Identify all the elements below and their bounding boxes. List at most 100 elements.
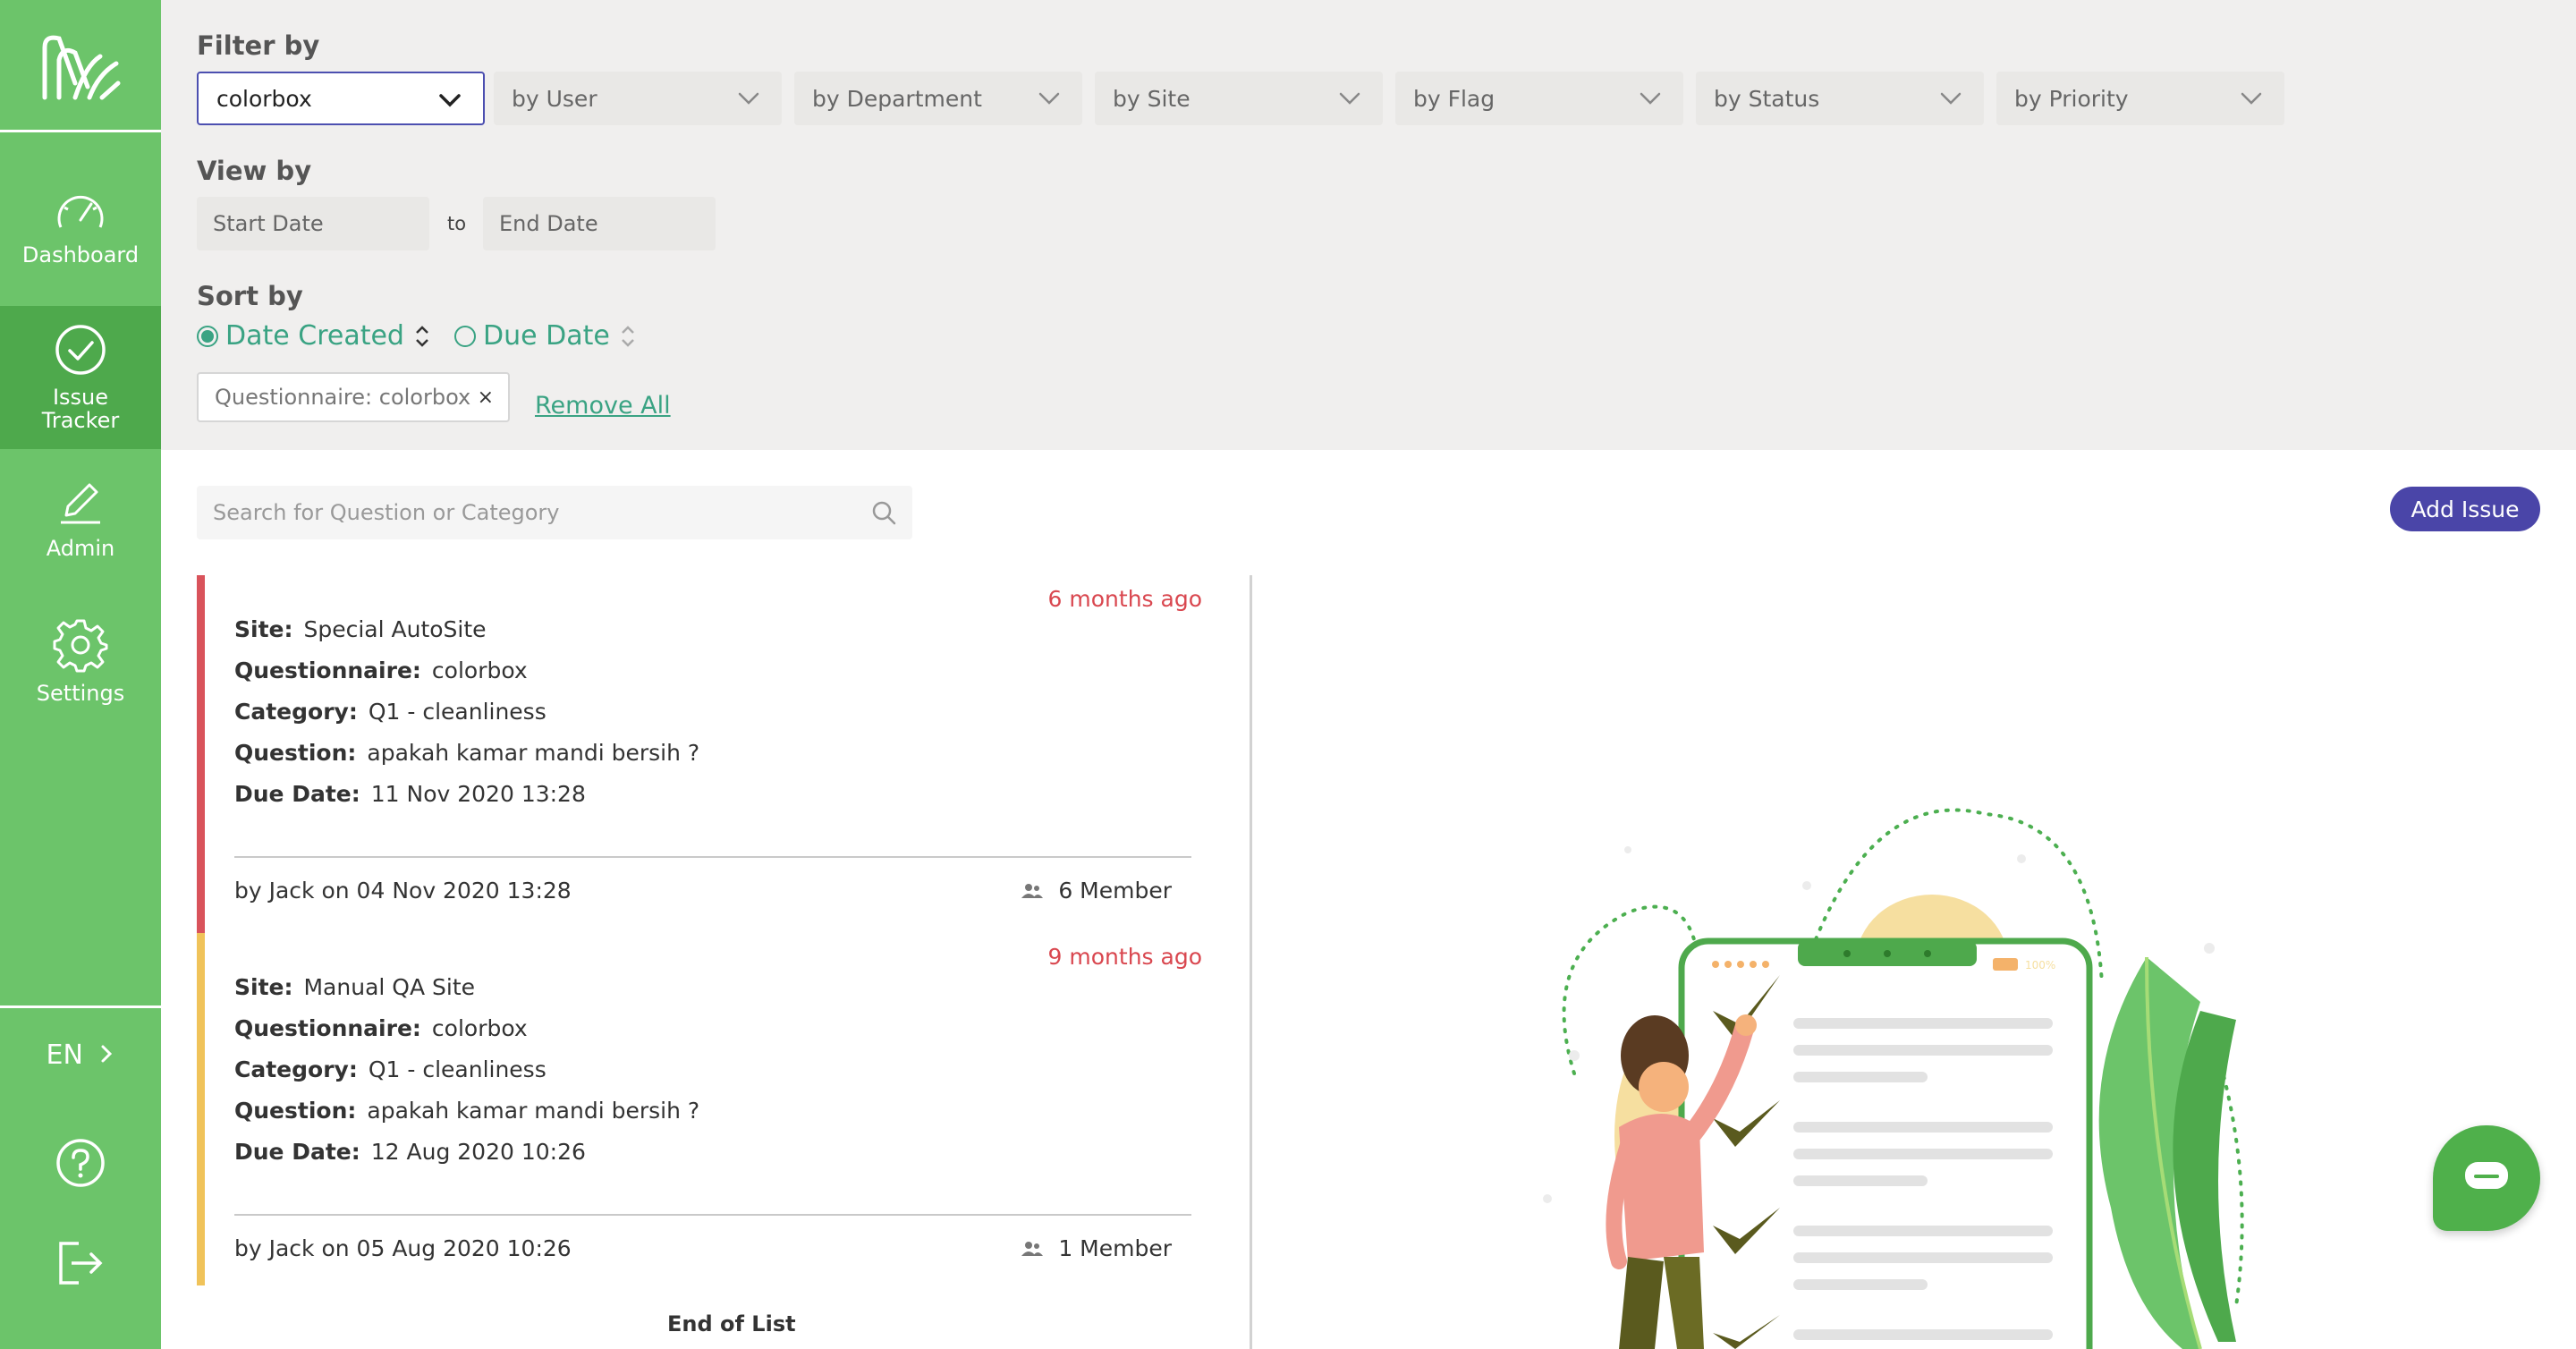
chevron-down-icon	[738, 92, 759, 105]
priority-bar	[197, 575, 205, 933]
date-range-to: to	[447, 213, 467, 234]
nav-dashboard-label: Dashboard	[21, 242, 140, 267]
flag-dropdown[interactable]: by Flag	[1395, 72, 1683, 125]
chat-icon	[2465, 1162, 2508, 1189]
sort-arrows-icon	[621, 325, 634, 347]
members-count: 1 Member	[1058, 1235, 1172, 1261]
sort-by-title: Sort by	[197, 281, 303, 311]
sort-arrows-icon	[416, 325, 428, 347]
issue-age: 6 months ago	[1047, 586, 1202, 612]
site-dropdown-label: by Site	[1113, 85, 1191, 112]
help-icon	[56, 1139, 105, 1187]
end-of-list: End of List	[667, 1311, 796, 1336]
help-button[interactable]	[54, 1136, 107, 1190]
nav-issue-label-1: Issue	[52, 385, 109, 410]
sort-date-created-label: Date Created	[225, 320, 404, 352]
chevron-down-icon	[439, 94, 461, 107]
card-separator	[234, 856, 1191, 858]
chat-button[interactable]	[2433, 1125, 2540, 1231]
logout-button[interactable]	[54, 1236, 107, 1290]
list-divider	[1250, 575, 1252, 1349]
chevron-down-icon	[1038, 92, 1060, 105]
filter-chip-label: Questionnaire: colorbox	[215, 385, 471, 410]
phone-battery-label: 100%	[2025, 959, 2055, 971]
department-dropdown[interactable]: by Department	[794, 72, 1082, 125]
card-separator	[234, 1214, 1191, 1216]
sort-due-date[interactable]: Due Date	[454, 320, 637, 352]
search-input[interactable]: Search for Question or Category	[197, 486, 912, 539]
language-switcher[interactable]: EN	[0, 1039, 161, 1071]
sort-date-created[interactable]: Date Created	[197, 320, 431, 352]
add-issue-button[interactable]: Add Issue	[2390, 487, 2540, 531]
issue-created-by: by Jack on 04 Nov 2020 13:28	[234, 878, 572, 904]
nav-admin-label: Admin	[46, 536, 115, 561]
issue-card[interactable]: 9 months ago Site: Manual QA Site Questio…	[197, 933, 1216, 1285]
sidebar-divider	[0, 1005, 161, 1008]
questionnaire-value: colorbox	[216, 85, 312, 112]
user-dropdown[interactable]: by User	[494, 72, 782, 125]
nav-issue-label-2: Tracker	[41, 408, 120, 433]
end-date-input[interactable]: End Date	[483, 197, 716, 250]
radio-selected[interactable]	[197, 325, 218, 347]
issue-members[interactable]: 6 Member	[1021, 878, 1172, 904]
nav-settings[interactable]: Settings	[0, 617, 161, 725]
site-dropdown[interactable]: by Site	[1095, 72, 1383, 125]
issue-members[interactable]: 1 Member	[1021, 1235, 1172, 1261]
pencil-icon	[61, 483, 100, 524]
check-circle-icon	[55, 325, 106, 375]
start-date-input[interactable]: Start Date	[197, 197, 429, 250]
issue-site: Site: Manual QA Site	[234, 974, 476, 1000]
sidebar: Dashboard Issue Tracker Admin Settings E…	[0, 0, 161, 1349]
chevron-down-icon	[1940, 92, 1962, 105]
chevron-down-icon	[2241, 92, 2262, 105]
members-count: 6 Member	[1058, 878, 1172, 904]
issue-questionnaire: Questionnaire: colorbox	[234, 658, 528, 683]
chevron-down-icon	[1640, 92, 1661, 105]
members-icon	[1021, 883, 1044, 898]
issue-question: Question: apakah kamar mandi bersih ?	[234, 740, 700, 766]
close-icon[interactable]: ×	[478, 386, 494, 409]
radio-unselected[interactable]	[454, 325, 476, 347]
issue-category: Category: Q1 - cleanliness	[234, 699, 547, 725]
issue-site: Site: Special AutoSite	[234, 616, 487, 642]
language-label: EN	[46, 1039, 83, 1071]
nav-dashboard[interactable]: Dashboard	[0, 188, 161, 295]
issue-question: Question: apakah kamar mandi bersih ?	[234, 1098, 700, 1124]
issue-due-date: Due Date: 11 Nov 2020 13:28	[234, 781, 586, 807]
priority-dropdown[interactable]: by Priority	[1996, 72, 2284, 125]
status-dropdown-label: by Status	[1714, 85, 1820, 112]
filter-chip-questionnaire: Questionnaire: colorbox ×	[197, 372, 510, 422]
nav-settings-label: Settings	[36, 681, 125, 706]
checklist-illustration: 100%	[1543, 808, 2244, 1349]
nav-issue-tracker[interactable]: Issue Tracker	[0, 306, 161, 449]
search-placeholder: Search for Question or Category	[213, 500, 560, 525]
sort-due-date-label: Due Date	[483, 320, 610, 352]
user-dropdown-label: by User	[512, 85, 597, 112]
app-logo[interactable]	[0, 0, 161, 132]
chevron-down-icon	[1339, 92, 1360, 105]
priority-bar	[197, 933, 205, 1285]
department-dropdown-label: by Department	[812, 85, 982, 112]
end-date-placeholder: End Date	[499, 211, 598, 236]
issue-questionnaire: Questionnaire: colorbox	[234, 1015, 528, 1041]
issue-category: Category: Q1 - cleanliness	[234, 1056, 547, 1082]
filter-by-title: Filter by	[197, 30, 320, 61]
issue-due-date: Due Date: 12 Aug 2020 10:26	[234, 1139, 586, 1165]
issue-age: 9 months ago	[1047, 944, 1202, 970]
priority-dropdown-label: by Priority	[2014, 85, 2129, 112]
issue-created-by: by Jack on 05 Aug 2020 10:26	[234, 1235, 572, 1261]
search-icon	[872, 501, 896, 525]
members-icon	[1021, 1241, 1044, 1256]
flag-dropdown-label: by Flag	[1413, 85, 1496, 112]
status-dropdown[interactable]: by Status	[1696, 72, 1984, 125]
speedometer-icon	[57, 195, 104, 228]
view-by-title: View by	[197, 156, 312, 186]
logout-icon	[59, 1242, 103, 1285]
chevron-right-icon	[101, 1045, 113, 1063]
gear-icon	[53, 619, 108, 673]
logo-icon	[42, 35, 121, 99]
questionnaire-dropdown[interactable]: colorbox	[197, 72, 485, 125]
nav-admin[interactable]: Admin	[0, 474, 161, 581]
remove-all-link[interactable]: Remove All	[535, 392, 671, 420]
issue-card[interactable]: 6 months ago Site: Special AutoSite Quest…	[197, 575, 1216, 933]
